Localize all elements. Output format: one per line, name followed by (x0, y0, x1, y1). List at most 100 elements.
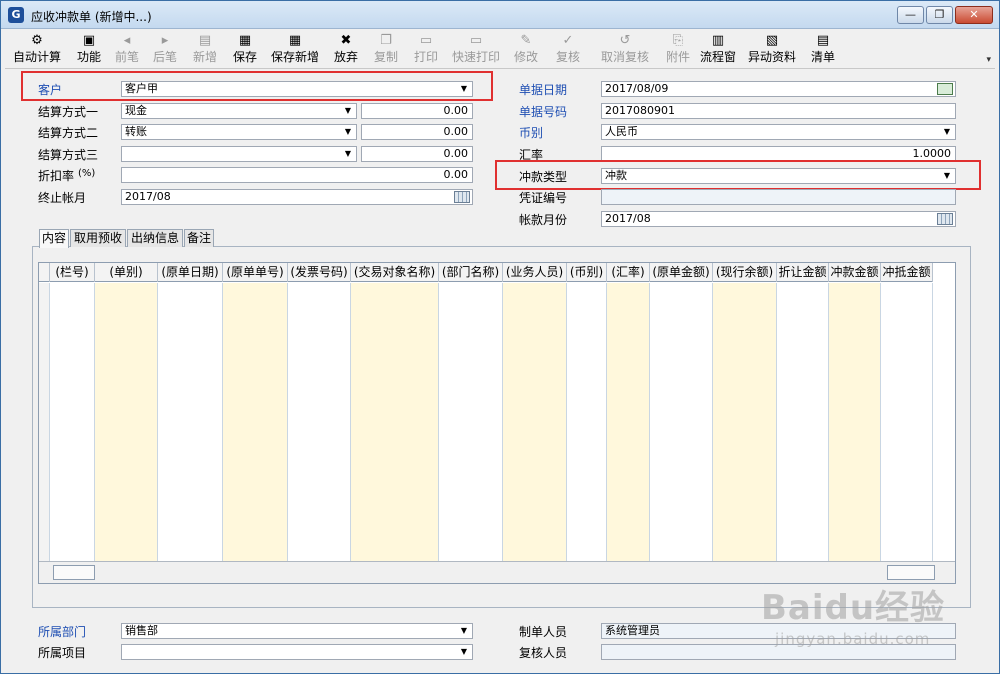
grid-cell[interactable] (650, 463, 713, 481)
grid-cell[interactable] (829, 355, 881, 373)
grid-cell[interactable] (777, 283, 829, 301)
settle2-amount-input[interactable]: 0.00 (361, 124, 473, 140)
grid-cell[interactable] (607, 409, 650, 427)
toolbar-button-16[interactable]: ▧ 异动资料 (741, 31, 803, 69)
grid-cell[interactable] (567, 463, 607, 481)
grid-cell[interactable] (713, 409, 777, 427)
grid-cell[interactable] (95, 535, 158, 553)
toolbar-button-6[interactable]: ▦ 保存新增 (265, 31, 325, 69)
grid-cell[interactable] (503, 445, 567, 463)
grid-cell[interactable] (650, 373, 713, 391)
toolbar-button-1[interactable]: ▣ 功能 (71, 31, 107, 69)
chevron-down-icon[interactable]: ▼ (941, 125, 953, 139)
grid-cell[interactable] (223, 463, 288, 481)
currency-select[interactable]: 人民币 ▼ (601, 124, 956, 140)
grid-cell[interactable] (713, 499, 777, 517)
grid-cell[interactable] (158, 373, 223, 391)
grid-cell[interactable] (439, 283, 503, 301)
grid-cell[interactable] (439, 391, 503, 409)
grid-cell[interactable] (223, 445, 288, 463)
toolbar-button-3[interactable]: ▸ 后笔 (147, 31, 183, 69)
grid-cell[interactable] (881, 517, 933, 535)
table-row[interactable] (39, 463, 933, 481)
grid-cell[interactable] (50, 427, 95, 445)
grid-cell[interactable] (713, 391, 777, 409)
grid-cell[interactable] (223, 319, 288, 337)
grid-cell[interactable] (607, 355, 650, 373)
dept-select[interactable]: 销售部 ▼ (121, 623, 473, 639)
grid-cell[interactable] (567, 427, 607, 445)
grid-cell[interactable] (50, 463, 95, 481)
grid-cell[interactable] (50, 445, 95, 463)
scroll-left-box[interactable] (53, 565, 95, 580)
grid-cell[interactable] (158, 463, 223, 481)
grid-cell[interactable] (351, 373, 439, 391)
grid-cell[interactable] (881, 355, 933, 373)
doc-date-field[interactable]: 2017/08/09 (601, 81, 956, 97)
chevron-down-icon[interactable]: ▼ (342, 147, 354, 161)
grid-cell[interactable] (95, 499, 158, 517)
grid-cell[interactable] (439, 535, 503, 553)
grid-cell[interactable] (607, 517, 650, 535)
grid-cell[interactable] (713, 535, 777, 553)
grid-cell[interactable] (351, 409, 439, 427)
grid-cell[interactable] (439, 445, 503, 463)
grid-cell[interactable] (50, 517, 95, 535)
grid-cell[interactable] (881, 337, 933, 355)
grid-cell[interactable] (288, 319, 351, 337)
grid-cell[interactable] (439, 409, 503, 427)
grid-cell[interactable] (288, 481, 351, 499)
tab-prepaid[interactable]: 取用预收 (70, 229, 126, 247)
grid-cell[interactable] (288, 301, 351, 319)
settle3-amount-input[interactable]: 0.00 (361, 146, 473, 162)
grid-cell[interactable] (223, 517, 288, 535)
grid-cell[interactable] (650, 355, 713, 373)
grid-cell[interactable] (158, 283, 223, 301)
grid-cell[interactable] (439, 319, 503, 337)
end-month-field[interactable]: 2017/08 (121, 189, 473, 205)
toolbar-button-10[interactable]: ▭ 快速打印 (447, 31, 505, 69)
grid-cell[interactable] (650, 535, 713, 553)
grid-cell[interactable] (829, 319, 881, 337)
toolbar-button-2[interactable]: ◂ 前笔 (109, 31, 145, 69)
grid-cell[interactable] (713, 355, 777, 373)
grid-cell[interactable] (777, 427, 829, 445)
tab-cashier-info[interactable]: 出纳信息 (127, 229, 183, 247)
grid-cell[interactable] (95, 445, 158, 463)
table-row[interactable] (39, 535, 933, 553)
account-month-field[interactable]: 2017/08 (601, 211, 956, 227)
offset-type-select[interactable]: 冲款 ▼ (601, 168, 956, 184)
grid-cell[interactable] (829, 301, 881, 319)
grid-cell[interactable] (567, 301, 607, 319)
toolbar-button-11[interactable]: ✎ 修改 (507, 31, 545, 69)
grid-cell[interactable] (439, 517, 503, 535)
grid-cell[interactable] (607, 535, 650, 553)
grid-cell[interactable] (567, 445, 607, 463)
grid-column-header[interactable]: 折让金额 (777, 263, 829, 282)
grid-column-header[interactable]: (币别) (567, 263, 607, 282)
grid-column-header[interactable]: (原单日期) (158, 263, 223, 282)
grid-cell[interactable] (288, 463, 351, 481)
grid-cell[interactable] (223, 391, 288, 409)
grid-cell[interactable] (439, 373, 503, 391)
grid-cell[interactable] (829, 481, 881, 499)
table-row[interactable] (39, 355, 933, 373)
grid-cell[interactable] (288, 391, 351, 409)
grid-cell[interactable] (829, 283, 881, 301)
table-row[interactable] (39, 373, 933, 391)
grid-cell[interactable] (223, 499, 288, 517)
grid-cell[interactable] (95, 337, 158, 355)
chevron-down-icon[interactable]: ▼ (458, 624, 470, 638)
grid-cell[interactable] (439, 337, 503, 355)
table-row[interactable] (39, 283, 933, 301)
grid-cell[interactable] (503, 337, 567, 355)
toolbar-button-7[interactable]: ✖ 放弃 (327, 31, 365, 69)
grid-cell[interactable] (829, 517, 881, 535)
grid-cell[interactable] (351, 319, 439, 337)
grid-cell[interactable] (777, 463, 829, 481)
grid-cell[interactable] (503, 427, 567, 445)
grid-cell[interactable] (223, 337, 288, 355)
grid-cell[interactable] (829, 463, 881, 481)
grid-cell[interactable] (777, 301, 829, 319)
grid-cell[interactable] (351, 499, 439, 517)
